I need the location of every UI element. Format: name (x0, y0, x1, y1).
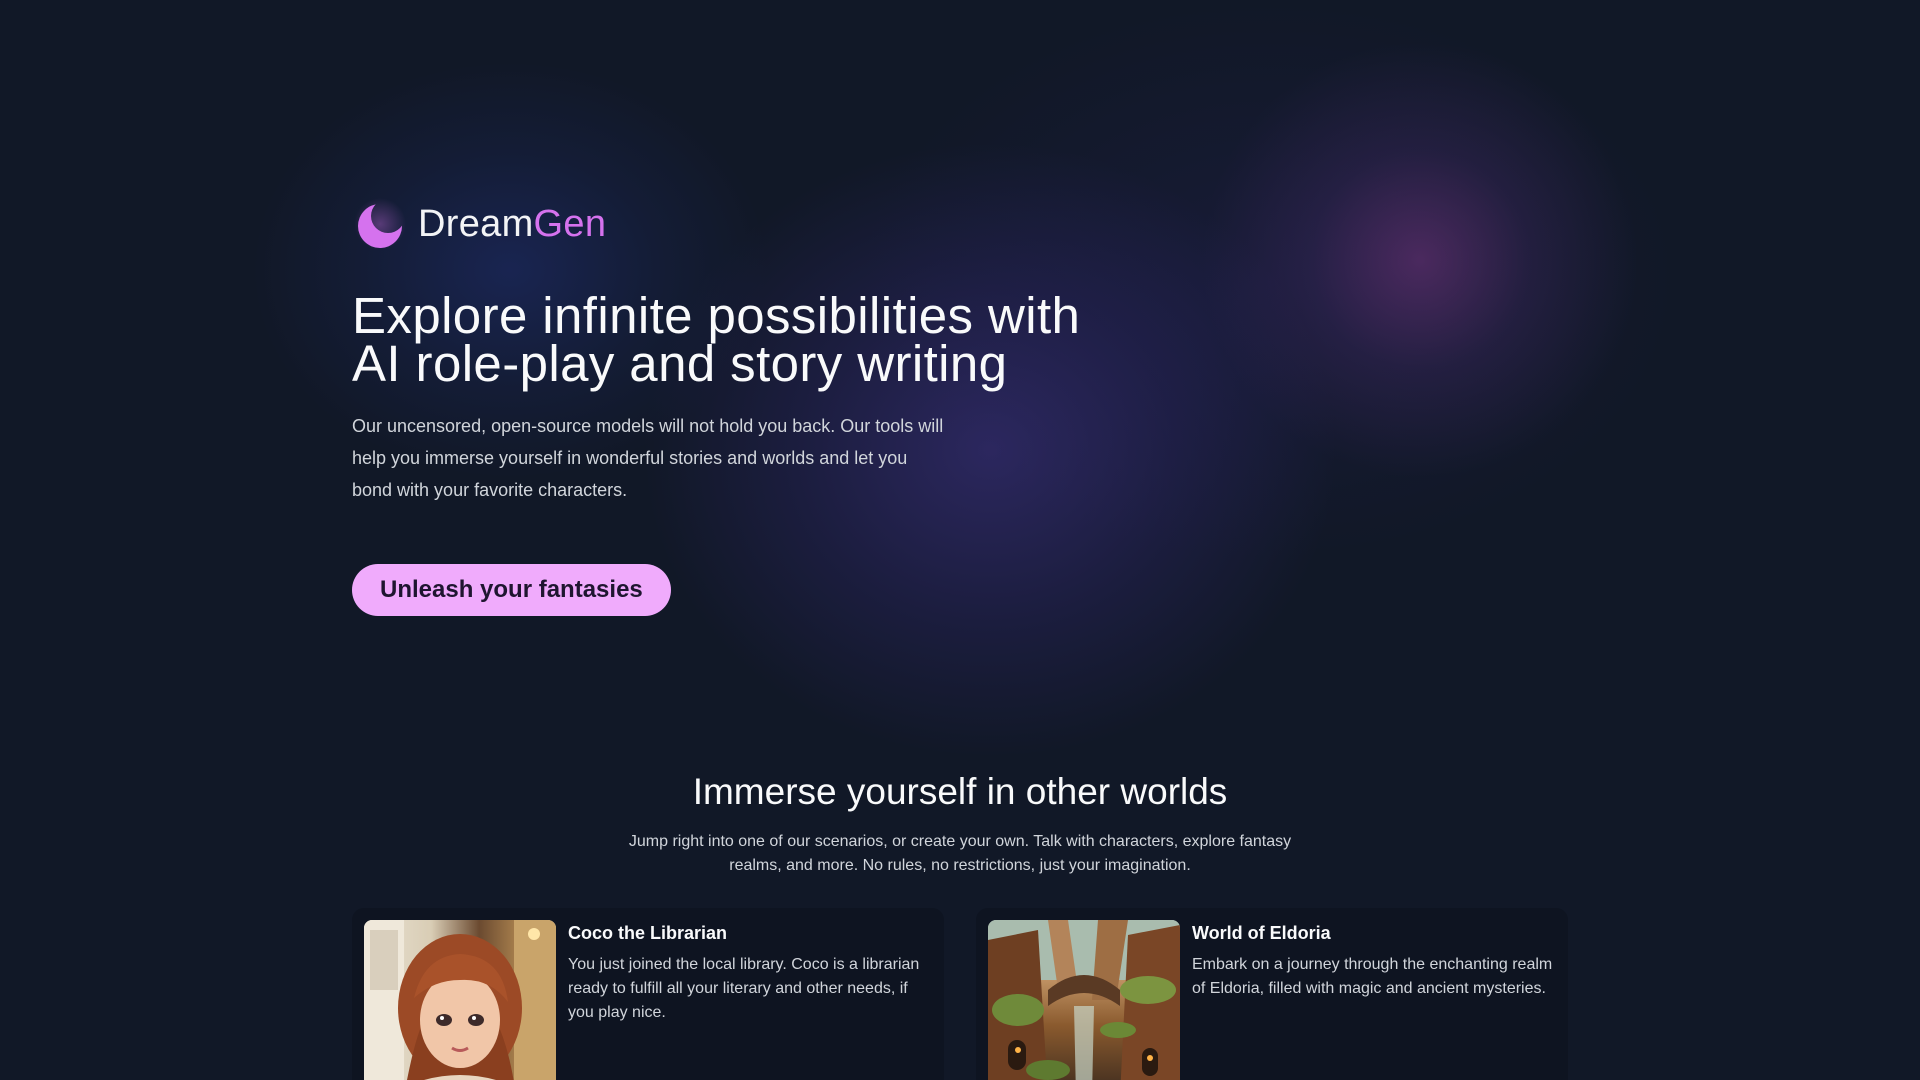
fantasy-landscape-image (988, 920, 1180, 1080)
hero-headline-line1: Explore infinite possibilities with (352, 287, 1081, 344)
brand-name: DreamGen (418, 203, 606, 246)
scenario-card[interactable]: Coco the Librarian You just joined the l… (352, 908, 944, 1080)
worlds-title: Immerse yourself in other worlds (692, 771, 1228, 812)
scenario-card-title: World of Eldoria (1192, 923, 1331, 943)
scenario-card-title: Coco the Librarian (568, 923, 728, 943)
worlds-section: Immerse yourself in other worlds Jump ri… (0, 766, 1920, 878)
scenario-card-description: Embark on a journey through the enchanti… (1192, 956, 1553, 997)
landing-page: DreamGen Explore infinite possibilities … (0, 0, 1920, 1080)
background-glow (1200, 40, 1640, 480)
librarian-portrait-image (364, 920, 556, 1080)
worlds-subtitle: Jump right into one of our scenarios, or… (628, 833, 1292, 874)
hero-headline-line2: AI role-play and story writing (352, 335, 1008, 392)
brand-name-part2: Gen (533, 202, 607, 245)
hero-description: Our uncensored, open-source models will … (352, 416, 944, 500)
hero-headline: Explore infinite possibilities with AI r… (352, 287, 1172, 392)
brand-logo[interactable]: DreamGen (352, 196, 1172, 252)
hero-section: DreamGen Explore infinite possibilities … (352, 196, 1172, 616)
scenario-card-description: You just joined the local library. Coco … (568, 956, 920, 1021)
scenario-cards: Coco the Librarian You just joined the l… (352, 908, 1568, 1080)
scenario-card[interactable]: World of Eldoria Embark on a journey thr… (976, 908, 1568, 1080)
scenario-card-body: Coco the Librarian You just joined the l… (568, 920, 932, 1080)
unleash-cta-button[interactable]: Unleash your fantasies (352, 564, 671, 616)
crescent-moon-icon (352, 196, 408, 252)
scenario-card-body: World of Eldoria Embark on a journey thr… (1192, 920, 1556, 1080)
brand-name-part1: Dream (418, 202, 534, 245)
